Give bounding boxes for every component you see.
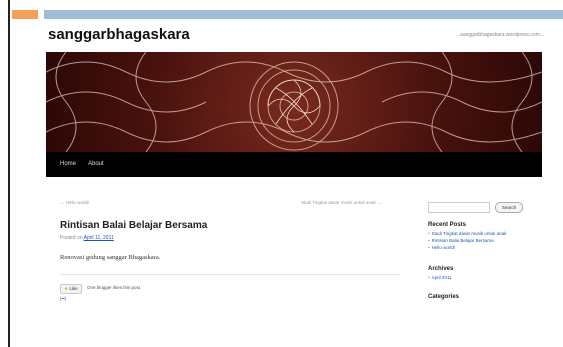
thumbs-up-icon: ★ [64,286,69,291]
recent-post-label: Studi Tingkat dasar musik untuk anak [431,231,507,236]
slide-accent-orange [12,10,38,19]
recent-post-label: Hello world! [431,245,456,250]
archive-label: April 2011 [431,275,452,280]
next-post-link[interactable]: Studi Tingkat dasar musik untuk anak → [301,200,382,205]
site-title[interactable]: sanggarbhagaskara [48,26,190,43]
archive-item[interactable]: • April 2011 [428,275,452,280]
slide-left-rule [8,0,10,347]
post-meta-prefix: Posted on [60,235,83,241]
post-divider [60,274,400,275]
search-button[interactable]: Search [495,202,523,213]
search-input[interactable] [428,202,490,213]
post-date-link[interactable]: April 11, 2011 [84,235,114,241]
post-title[interactable]: Rintisan Balai Belajar Bersama [60,220,207,231]
site-tagline: ...sanggarbhagaskara.wordpress.com... [456,32,544,38]
header-banner [46,52,542,152]
post-meta: Posted on April 11, 2011 [60,235,114,241]
slide-accent-blue [44,10,563,19]
like-button-label: Like [69,286,78,291]
recent-post-label: Rintisan Balai Belajar Bersama [431,238,494,243]
nav-item-about[interactable]: About [88,161,104,167]
previous-post-link[interactable]: ← Hello world! [60,200,89,205]
website-screenshot: sanggarbhagaskara ...sanggarbhagaskara.w… [46,22,546,342]
recent-post-item[interactable]: • Hello world! [428,245,455,250]
nav-item-home[interactable]: Home [60,161,76,167]
banner-pattern-icon [46,52,542,152]
post-body: Renovasi gedung sanggar Bhagaskara. [60,254,161,261]
like-button[interactable]: ★ Like [60,284,82,294]
recent-posts-title: Recent Posts [428,222,467,228]
categories-title: Categories [428,294,460,300]
recent-post-item[interactable]: • Rintisan Balai Belajar Bersama [428,238,494,243]
archives-title: Archives [428,266,454,272]
main-navigation: Home About [46,152,542,177]
like-count-note: One blogger likes this post. [87,285,142,290]
recent-post-item[interactable]: • Studi Tingkat dasar musik untuk anak [428,231,506,236]
liker-avatar[interactable]: (••) [60,296,68,301]
